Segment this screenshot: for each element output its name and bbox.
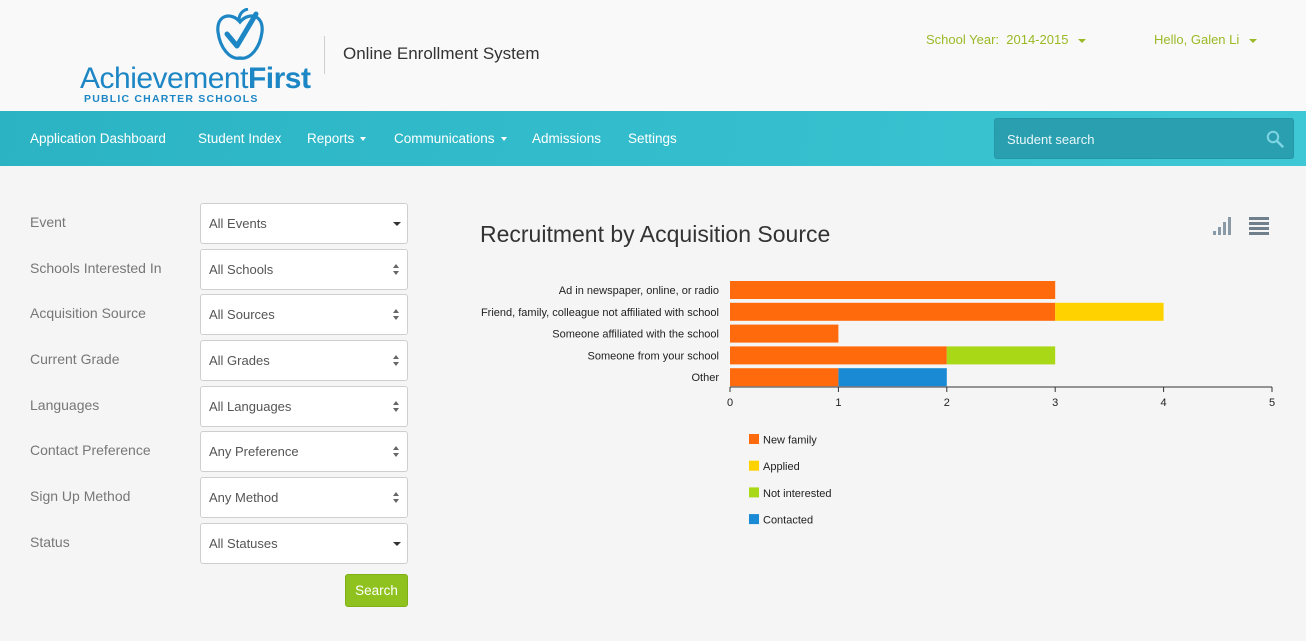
user-menu-dropdown[interactable]: Hello, Galen Li <box>1154 32 1257 47</box>
legend-label: Contacted <box>763 515 813 527</box>
chart-bar <box>730 368 839 387</box>
chevron-down-icon <box>360 137 367 142</box>
languages-select[interactable]: All Languages <box>200 386 408 427</box>
event-select-value: All Events <box>209 216 267 231</box>
up-down-arrows-icon <box>393 400 400 414</box>
school-year-dropdown[interactable]: School Year: 2014-2015 <box>926 32 1087 47</box>
nav-label: Admissions <box>532 131 602 146</box>
school-year-label: School Year: <box>926 32 1000 47</box>
filter-label-schools: Schools Interested In <box>30 260 162 276</box>
legend-swatch <box>749 514 759 525</box>
legend-label: Applied <box>763 461 800 473</box>
up-down-arrows-icon <box>393 263 400 277</box>
sign-up-method-select[interactable]: Any Method <box>200 477 408 518</box>
nav-label: Application Dashboard <box>30 131 166 146</box>
logo-wordmark: AchievementFirst <box>80 62 311 96</box>
acquisition-source-select-value: All Sources <box>209 307 275 322</box>
student-search-box <box>994 118 1294 159</box>
nav-label: Reports <box>307 131 355 146</box>
bar-chart-icon[interactable] <box>1212 216 1232 236</box>
achievement-first-logo[interactable]: AchievementFirst PUBLIC CHARTER SCHOOLS <box>80 8 311 106</box>
languages-select-value: All Languages <box>209 399 292 414</box>
nav-communications[interactable]: Communications <box>394 131 507 146</box>
user-greeting: Hello, Galen Li <box>1154 32 1240 47</box>
acquisition-source-select[interactable]: All Sources <box>200 294 408 335</box>
contact-preference-select[interactable]: Any Preference <box>200 431 408 472</box>
legend-label: Not interested <box>763 488 831 500</box>
nav-label: Student Index <box>198 131 282 146</box>
chevron-down-icon <box>500 137 507 142</box>
chart-bar <box>730 346 947 365</box>
chevron-down-icon <box>1248 38 1257 43</box>
chevron-down-icon <box>1078 38 1087 43</box>
schools-select[interactable]: All Schools <box>200 249 408 290</box>
nav-label: Communications <box>394 131 495 146</box>
sign-up-method-select-value: Any Method <box>209 490 279 505</box>
x-tick-label: 0 <box>727 397 733 409</box>
legend-swatch <box>749 434 759 444</box>
event-select[interactable]: All Events <box>200 203 408 244</box>
current-grade-select-value: All Grades <box>209 353 270 368</box>
current-grade-select[interactable]: All Grades <box>200 340 408 381</box>
legend-swatch <box>749 460 759 471</box>
x-tick-label: 3 <box>1052 397 1058 409</box>
filter-label-acquisition-source: Acquisition Source <box>30 305 146 321</box>
x-tick-label: 5 <box>1269 397 1275 409</box>
chart-bar <box>946 346 1056 365</box>
logo-text-bold: First <box>247 62 311 95</box>
chart-bar <box>730 324 839 343</box>
chart-bar <box>730 281 1056 299</box>
student-search-input[interactable] <box>1007 130 1247 148</box>
filter-label-contact-preference: Contact Preference <box>30 442 151 458</box>
app-title: Online Enrollment System <box>343 44 540 63</box>
caret-down-icon <box>393 542 401 546</box>
category-label: Someone from your school <box>588 350 719 362</box>
up-down-arrows-icon <box>393 308 400 322</box>
legend-label: New family <box>763 435 817 447</box>
nav-application-dashboard[interactable]: Application Dashboard <box>30 131 166 146</box>
up-down-arrows-icon <box>393 491 400 505</box>
up-down-arrows-icon <box>393 445 400 459</box>
category-label: Ad in newspaper, online, or radio <box>559 285 719 297</box>
acquisition-source-chart: Ad in newspaper, online, or radio Friend,… <box>481 281 1275 527</box>
filter-label-languages: Languages <box>30 397 100 413</box>
search-icon[interactable] <box>1266 130 1284 148</box>
nav-reports[interactable]: Reports <box>307 131 367 146</box>
logo-text-regular: Achievement <box>80 62 248 95</box>
status-select[interactable]: All Statuses <box>200 523 408 564</box>
apple-checkmark-logo-icon <box>216 8 264 60</box>
schools-select-value: All Schools <box>209 262 274 277</box>
nav-student-index[interactable]: Student Index <box>198 131 281 146</box>
x-tick-label: 1 <box>835 397 841 409</box>
filter-label-sign-up-method: Sign Up Method <box>30 488 131 504</box>
category-label: Friend, family, colleague not affiliated… <box>481 307 719 319</box>
top-header: AchievementFirst PUBLIC CHARTER SCHOOLS … <box>0 0 1306 111</box>
filter-label-event: Event <box>30 214 66 230</box>
x-tick-label: 2 <box>944 397 950 409</box>
category-label: Someone affiliated with the school <box>552 329 719 341</box>
nav-label: Settings <box>628 131 677 146</box>
x-tick-label: 4 <box>1161 397 1167 409</box>
category-label: Other <box>691 372 719 384</box>
nav-admissions[interactable]: Admissions <box>532 131 601 146</box>
chart-bar <box>1055 302 1164 321</box>
filter-label-current-grade: Current Grade <box>30 351 120 367</box>
school-year-value: 2014-2015 <box>1006 32 1069 47</box>
nav-settings[interactable]: Settings <box>628 131 677 146</box>
contact-preference-select-value: Any Preference <box>209 444 299 459</box>
legend-swatch <box>749 487 759 498</box>
header-divider <box>324 36 325 74</box>
chart-bar <box>730 302 1056 321</box>
filter-label-status: Status <box>30 534 70 550</box>
search-button[interactable]: Search <box>345 574 408 607</box>
logo-subtext: PUBLIC CHARTER SCHOOLS <box>84 93 259 105</box>
up-down-arrows-icon <box>393 354 400 368</box>
chart-title: Recruitment by Acquisition Source <box>480 221 831 247</box>
chart-bar <box>838 368 947 387</box>
caret-down-icon <box>393 222 401 226</box>
table-list-icon[interactable] <box>1249 216 1269 236</box>
status-select-value: All Statuses <box>209 536 278 551</box>
